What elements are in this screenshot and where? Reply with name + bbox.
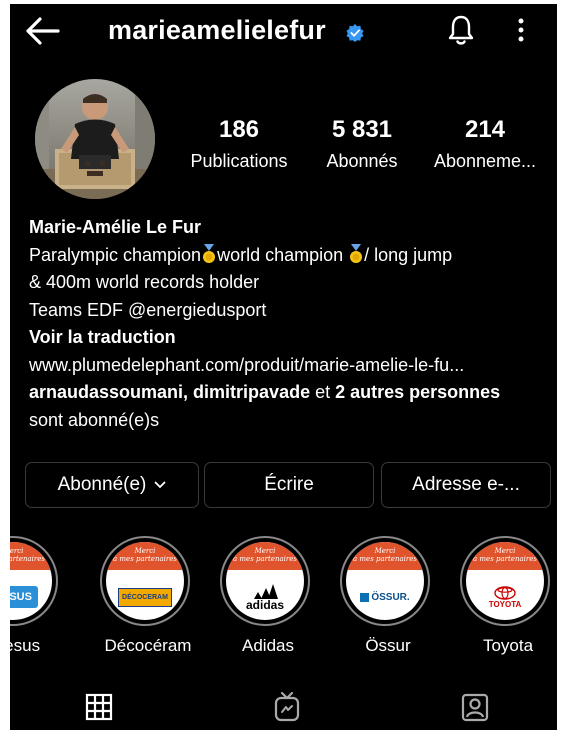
followed-by[interactable]: arnaudassoumani, dimitripavade et 2 autr… [29, 379, 549, 407]
email-button-label: Adresse e-... [412, 474, 520, 495]
website-link[interactable]: www.plumedelephant.com/produit/marie-ame… [29, 352, 549, 380]
stat-followers[interactable]: 5 831 Abonnés [292, 116, 432, 174]
stat-followers-label: Abonnés [326, 151, 398, 171]
ossur-logo: ÖSSUR. [346, 580, 424, 614]
followed-by-names: arnaudassoumani, dimitripavade [29, 382, 311, 402]
message-button-label: Écrire [264, 474, 314, 495]
highlight-adidas[interactable]: Merci à mes partenaires adidas Adidas [218, 536, 318, 672]
grid-icon[interactable] [84, 692, 114, 722]
adidas-logo: adidas [226, 580, 304, 614]
highlight-ring: Merci à mes partenaires TOYOTA [460, 536, 550, 626]
igtv-icon[interactable] [272, 692, 302, 722]
chevron-down-icon [154, 481, 166, 489]
more-vertical-icon[interactable] [514, 16, 528, 46]
highlight-ring: Merci à mes partenaires ÖSSUR. [340, 536, 430, 626]
highlight-label: Toyota [482, 636, 534, 655]
profile-name: Marie-Amélie Le Fur [29, 217, 202, 237]
gold-medal-icon [203, 243, 216, 263]
highlight-ring: Merci à mes partenaires adidas [220, 536, 310, 626]
followed-by-others: 2 autres personnes [335, 382, 501, 402]
highlight-cover: Merci à mes partenaires TOYOTA [466, 542, 544, 620]
stat-following-value: 214 [464, 116, 506, 143]
bio-text: / long jump [364, 244, 453, 265]
followed-by-suffix: sont abonné(e)s [29, 409, 160, 430]
highlight-label: Décocéram [104, 636, 192, 655]
stat-publications[interactable]: 186 Publications [169, 116, 309, 174]
bio-line-2: & 400m world records holder [29, 272, 260, 292]
stat-publications-label: Publications [190, 151, 288, 171]
avatar[interactable] [35, 79, 155, 199]
highlight-label: Össur [365, 636, 411, 655]
highlight-cover: Merci à mes partenaires adidas [226, 542, 304, 620]
verified-badge-icon [346, 24, 364, 42]
toyota-emblem-icon [494, 585, 516, 600]
highlight-ring: Merci à mes partenaires DÉCOCERAM [100, 536, 190, 626]
bio-line-1: Paralympic champion world champion / long… [29, 242, 549, 270]
bio-text: world champion [217, 244, 349, 265]
profile-screen: marieamelielefur 186 Publications 5 831 … [10, 4, 557, 730]
highlight-decoceram[interactable]: Merci à mes partenaires DÉCOCERAM Décocér… [98, 536, 198, 672]
following-button-label: Abonné(e) [57, 474, 147, 495]
highlight-banner: Mercià mes partenaires [10, 542, 52, 570]
highlight-ring: Mercià mes partenaires HESUS [10, 536, 58, 626]
highlight-banner: Mercià mes partenaires [106, 542, 184, 570]
stat-following[interactable]: 214 Abonneme... [415, 116, 555, 174]
highlight-banner: Mercià mes partenaires [346, 542, 424, 570]
following-button[interactable]: Abonné(e) [25, 462, 199, 508]
followed-by-connector: et [310, 382, 336, 402]
highlight-banner: Mercià mes partenaires [226, 542, 304, 570]
bio-line-3: Teams EDF @energiedusport [29, 299, 267, 320]
gold-medal-icon [350, 243, 363, 263]
email-button[interactable]: Adresse e-... [381, 462, 551, 508]
highlight-label: Adidas [242, 636, 294, 655]
profile-bio: Marie-Amélie Le Fur Paralympic champion w… [29, 214, 549, 434]
highlight-cover: Merci à mes partenaires DÉCOCERAM [106, 542, 184, 620]
message-button[interactable]: Écrire [204, 462, 374, 508]
adidas-stripes-icon [254, 584, 278, 599]
highlight-cover: Merci à mes partenaires ÖSSUR. [346, 542, 424, 620]
tagged-icon[interactable] [460, 692, 490, 722]
highlight-hesus[interactable]: Mercià mes partenaires HESUS Hesus [10, 536, 66, 672]
bell-icon[interactable] [447, 14, 475, 46]
highlight-label: Hesus [10, 636, 41, 655]
toyota-logo: TOYOTA [466, 580, 544, 614]
stat-followers-value: 5 831 [331, 116, 393, 143]
profile-username: marieamelielefur [108, 15, 326, 45]
stat-publications-value: 186 [218, 116, 260, 143]
highlight-cover: Mercià mes partenaires HESUS [10, 542, 52, 620]
highlight-ossur[interactable]: Merci à mes partenaires ÖSSUR. Össur [338, 536, 438, 672]
stat-following-label: Abonneme... [433, 151, 537, 171]
highlight-toyota[interactable]: Merci à mes partenaires TOYOTA Toyota [458, 536, 557, 672]
decoceram-logo: DÉCOCERAM [106, 580, 184, 614]
highlight-banner: Mercià mes partenaires [466, 542, 544, 570]
bio-text: Paralympic champion [29, 244, 202, 265]
back-arrow-icon[interactable] [24, 16, 60, 46]
hesus-logo: HESUS [10, 580, 52, 614]
see-translation-link[interactable]: Voir la traduction [29, 324, 549, 352]
